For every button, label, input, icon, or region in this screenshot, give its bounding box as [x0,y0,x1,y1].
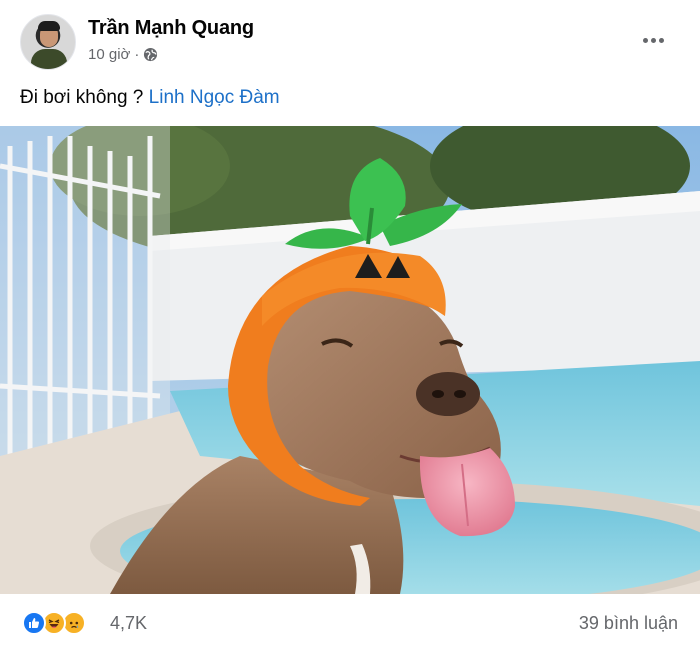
reaction-count[interactable]: 4,7K [110,613,147,634]
like-icon [22,611,46,635]
post-header: Trần Mạnh Quang 10 giờ · [0,0,700,80]
tagged-user-link[interactable]: Linh Ngọc Đàm [149,87,280,108]
dog-in-pumpkin-hat-photo [0,126,700,594]
more-options-button[interactable] [636,26,670,54]
post-meta: 10 giờ · [88,46,158,63]
author-name[interactable]: Trần Mạnh Quang [88,17,254,40]
post-footer: 4,7K 39 bình luận [0,596,700,650]
avatar-hair [38,21,60,31]
dot-icon [642,37,648,43]
dot-icon [650,37,656,43]
globe-icon[interactable] [143,47,158,62]
post-time[interactable]: 10 giờ [88,46,130,63]
avatar-body [31,49,67,69]
dot-icon [658,37,664,43]
meta-separator: · [134,46,140,63]
post-caption: Đi bơi không ? Linh Ngọc Đàm [20,87,280,109]
comments-count-link[interactable]: 39 bình luận [579,613,678,634]
author-avatar[interactable] [20,14,76,70]
reaction-icons[interactable] [22,611,86,635]
post-photo[interactable] [0,126,700,594]
caption-text: Đi bơi không ? [20,87,144,108]
facebook-post: Trần Mạnh Quang 10 giờ · Đi bơi không ? … [0,0,700,650]
